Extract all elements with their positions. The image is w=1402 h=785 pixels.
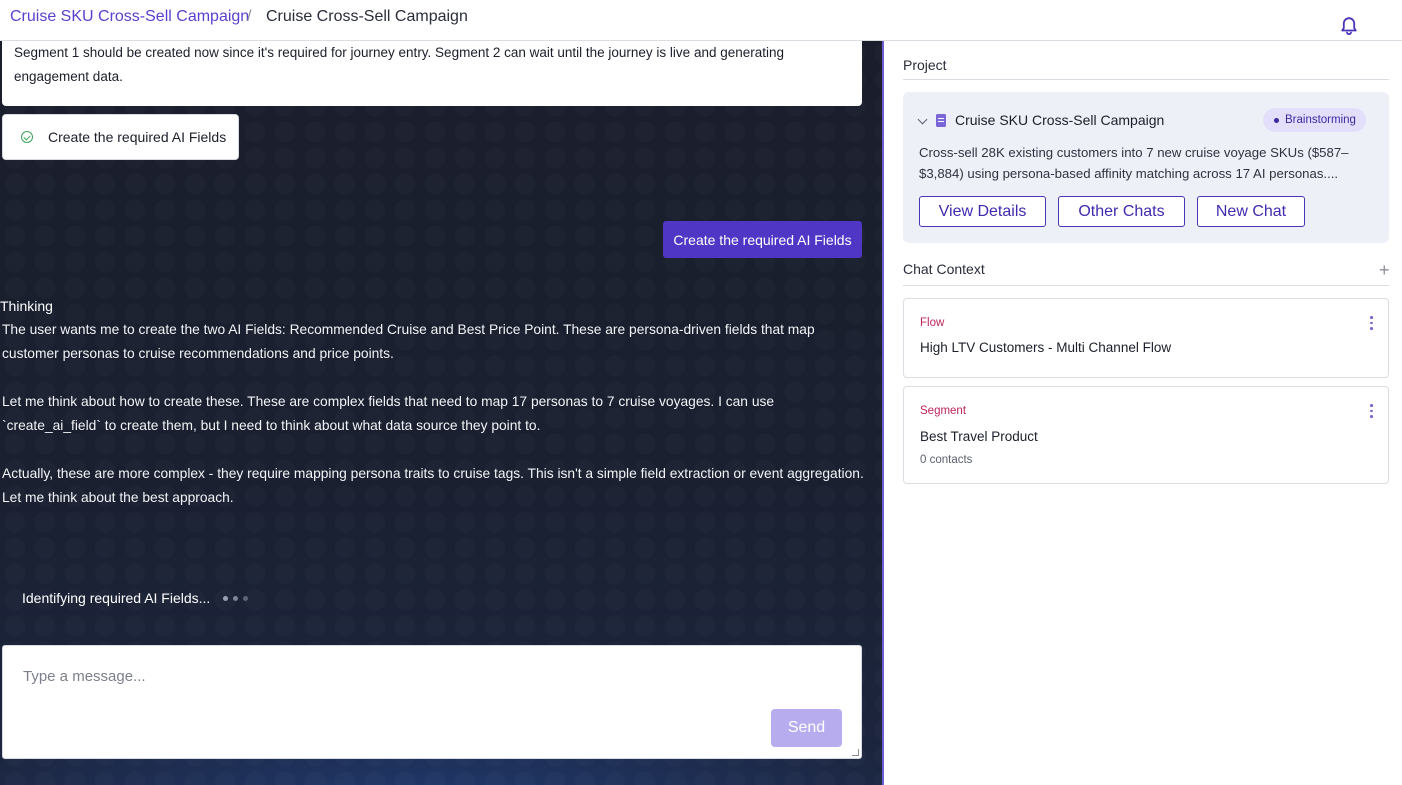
context-item-name: High LTV Customers - Multi Channel Flow — [920, 340, 1172, 355]
user-message-bubble: Create the required AI Fields — [663, 221, 862, 258]
other-chats-button[interactable]: Other Chats — [1058, 196, 1185, 227]
message-input[interactable] — [3, 646, 861, 758]
loading-dots-icon — [223, 595, 249, 601]
right-sidebar: Project Cruise SKU Cross-Sell Campaign B… — [884, 41, 1402, 785]
chat-context-section-title: Chat Context — [903, 261, 985, 277]
thinking-paragraph: Let me think about how to create these. … — [2, 394, 775, 433]
context-item-flow[interactable]: Flow High LTV Customers - Multi Channel … — [903, 298, 1389, 378]
project-section-title: Project — [903, 57, 947, 73]
thinking-label: Thinking — [0, 298, 53, 314]
context-item-contact-count: 0 contacts — [920, 454, 973, 466]
thinking-paragraph: Actually, these are more complex - they … — [2, 466, 864, 505]
assistant-message-text: Segment 1 should be created now since it… — [14, 45, 785, 84]
progress-status: Identifying required AI Fields... — [22, 590, 249, 606]
context-item-name: Best Travel Product — [920, 429, 1038, 444]
document-icon — [936, 114, 946, 127]
thinking-content: The user wants me to create the two AI F… — [2, 318, 872, 534]
project-card: Cruise SKU Cross-Sell Campaign Brainstor… — [903, 92, 1389, 243]
section-divider — [903, 79, 1389, 80]
add-context-icon[interactable]: + — [1379, 261, 1390, 279]
context-item-type: Flow — [920, 317, 945, 329]
message-composer: Send — [2, 645, 862, 759]
project-name: Cruise SKU Cross-Sell Campaign — [955, 112, 1165, 128]
check-circle-icon — [21, 131, 33, 143]
chat-pane: Segment 1 should be created now since it… — [0, 41, 882, 785]
section-divider — [903, 285, 1389, 286]
project-description: Cross-sell 28K existing customers into 7… — [919, 145, 1349, 181]
top-bar: Cruise SKU Cross-Sell Campaign / Cruise … — [0, 0, 1402, 41]
more-options-icon[interactable] — [1370, 316, 1374, 330]
context-item-segment[interactable]: Segment Best Travel Product 0 contacts — [903, 386, 1389, 484]
chevron-down-icon[interactable] — [917, 114, 928, 125]
breadcrumb-separator: / — [247, 8, 252, 25]
notification-bell-icon[interactable] — [1338, 15, 1360, 37]
breadcrumb-current-chat: Cruise Cross-Sell Campaign — [266, 8, 468, 25]
resize-handle-icon[interactable] — [852, 749, 859, 756]
completed-task-label: Create the required AI Fields — [48, 129, 227, 145]
completed-task-chip[interactable]: Create the required AI Fields — [2, 114, 239, 160]
progress-status-text: Identifying required AI Fields... — [22, 590, 211, 606]
breadcrumb-project-link[interactable]: Cruise SKU Cross-Sell Campaign — [10, 8, 249, 26]
send-button[interactable]: Send — [771, 709, 842, 747]
view-details-button[interactable]: View Details — [919, 196, 1046, 227]
thinking-paragraph: The user wants me to create the two AI F… — [2, 322, 815, 361]
status-badge: Brainstorming — [1263, 108, 1366, 132]
more-options-icon[interactable] — [1370, 404, 1374, 418]
new-chat-button[interactable]: New Chat — [1197, 196, 1305, 227]
assistant-message: Segment 1 should be created now since it… — [2, 41, 862, 106]
context-item-type: Segment — [920, 405, 967, 417]
